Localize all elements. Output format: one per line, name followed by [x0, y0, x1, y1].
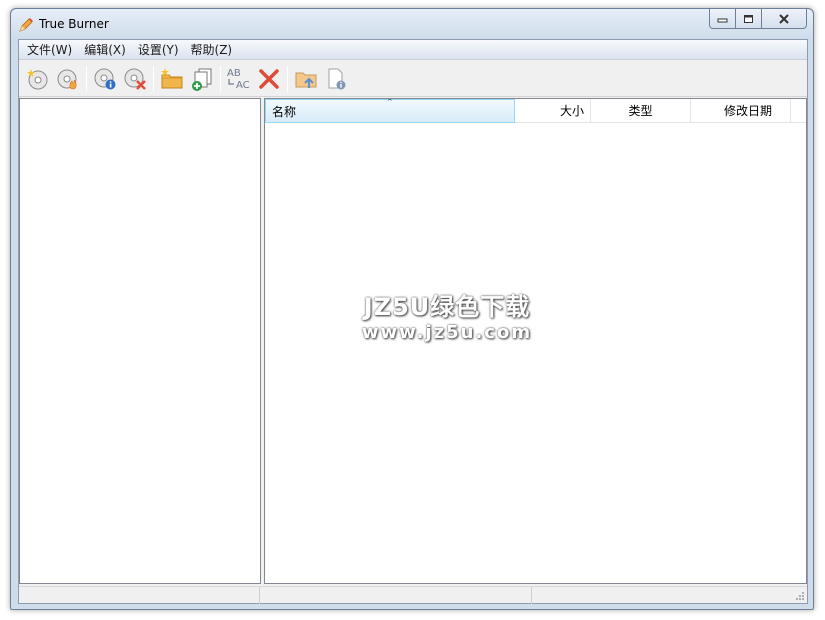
title-bar[interactable]: True Burner — [11, 9, 813, 39]
status-bar — [19, 586, 807, 604]
folder-up-button[interactable] — [291, 64, 321, 94]
disc-info-button[interactable] — [90, 64, 120, 94]
toolbar-separator — [86, 65, 87, 92]
column-header-name-label: 名称 — [272, 105, 297, 119]
menu-edit[interactable]: 编辑(X) — [78, 40, 132, 60]
window-controls — [709, 9, 807, 29]
status-panel-1 — [19, 587, 260, 604]
column-header-date[interactable]: 修改日期 — [691, 99, 791, 123]
folder-tree-pane[interactable] — [19, 98, 261, 584]
column-header-type[interactable]: 类型 — [591, 99, 691, 123]
erase-disc-icon — [124, 68, 146, 90]
close-button[interactable] — [762, 9, 807, 29]
column-header-size[interactable]: 大小 — [515, 99, 591, 123]
svg-text:AC: AC — [236, 80, 250, 91]
minimize-button[interactable] — [709, 9, 736, 29]
resize-grip-icon[interactable] — [795, 591, 805, 601]
delete-icon — [259, 68, 279, 89]
column-header-name[interactable]: ⌃ 名称 — [265, 99, 515, 123]
toolbar-separator — [153, 65, 154, 92]
menu-bar: 文件(W) 编辑(X) 设置(Y) 帮助(Z) — [19, 40, 807, 60]
app-window: True Burner 文件(W) 编辑(X) 设置(Y) 帮助(Z) AB A… — [10, 8, 814, 610]
toolbar-separator — [220, 65, 221, 92]
file-list-pane[interactable]: ⌃ 名称 大小 类型 修改日期 JZ5U绿色下载 www.jz5u.com — [264, 98, 807, 584]
burn-disc-button[interactable] — [53, 64, 83, 94]
toolbar-separator — [287, 65, 288, 92]
app-pencil-icon — [18, 17, 34, 33]
maximize-icon — [744, 14, 753, 23]
burn-disc-icon — [57, 69, 77, 89]
watermark: JZ5U绿色下载 www.jz5u.com — [327, 287, 567, 343]
delete-button[interactable] — [254, 64, 284, 94]
client-area: 文件(W) 编辑(X) 设置(Y) 帮助(Z) AB AC ⌃ 名称 大小 类型… — [18, 39, 808, 604]
erase-disc-button[interactable] — [120, 64, 150, 94]
new-disc-button[interactable] — [23, 64, 53, 94]
new-disc-icon — [27, 68, 48, 89]
menu-file[interactable]: 文件(W) — [21, 40, 78, 60]
new-folder-button[interactable] — [157, 64, 187, 94]
watermark-url: www.jz5u.com — [361, 322, 533, 343]
rename-icon: AB AC — [227, 68, 250, 91]
new-folder-icon — [161, 67, 183, 88]
sort-ascending-icon: ⌃ — [386, 98, 394, 108]
add-files-button[interactable] — [187, 64, 217, 94]
maximize-button[interactable] — [736, 9, 762, 29]
close-icon — [779, 13, 789, 24]
rename-button[interactable]: AB AC — [224, 64, 254, 94]
file-list-header: ⌃ 名称 大小 类型 修改日期 — [265, 99, 806, 123]
folder-up-icon — [295, 72, 317, 88]
menu-help[interactable]: 帮助(Z) — [185, 40, 239, 60]
window-title: True Burner — [39, 17, 109, 31]
status-panel-3 — [532, 587, 807, 604]
file-properties-icon — [328, 68, 346, 89]
toolbar: AB AC — [19, 61, 807, 97]
column-header-filler — [791, 99, 806, 123]
minimize-icon — [717, 18, 728, 22]
svg-text:AB: AB — [227, 68, 241, 79]
disc-info-icon — [94, 68, 116, 89]
add-files-icon — [192, 68, 212, 91]
status-panel-2 — [260, 587, 532, 604]
file-properties-button[interactable] — [321, 64, 351, 94]
menu-settings[interactable]: 设置(Y) — [132, 40, 185, 60]
watermark-title: JZ5U绿色下载 — [363, 293, 531, 321]
